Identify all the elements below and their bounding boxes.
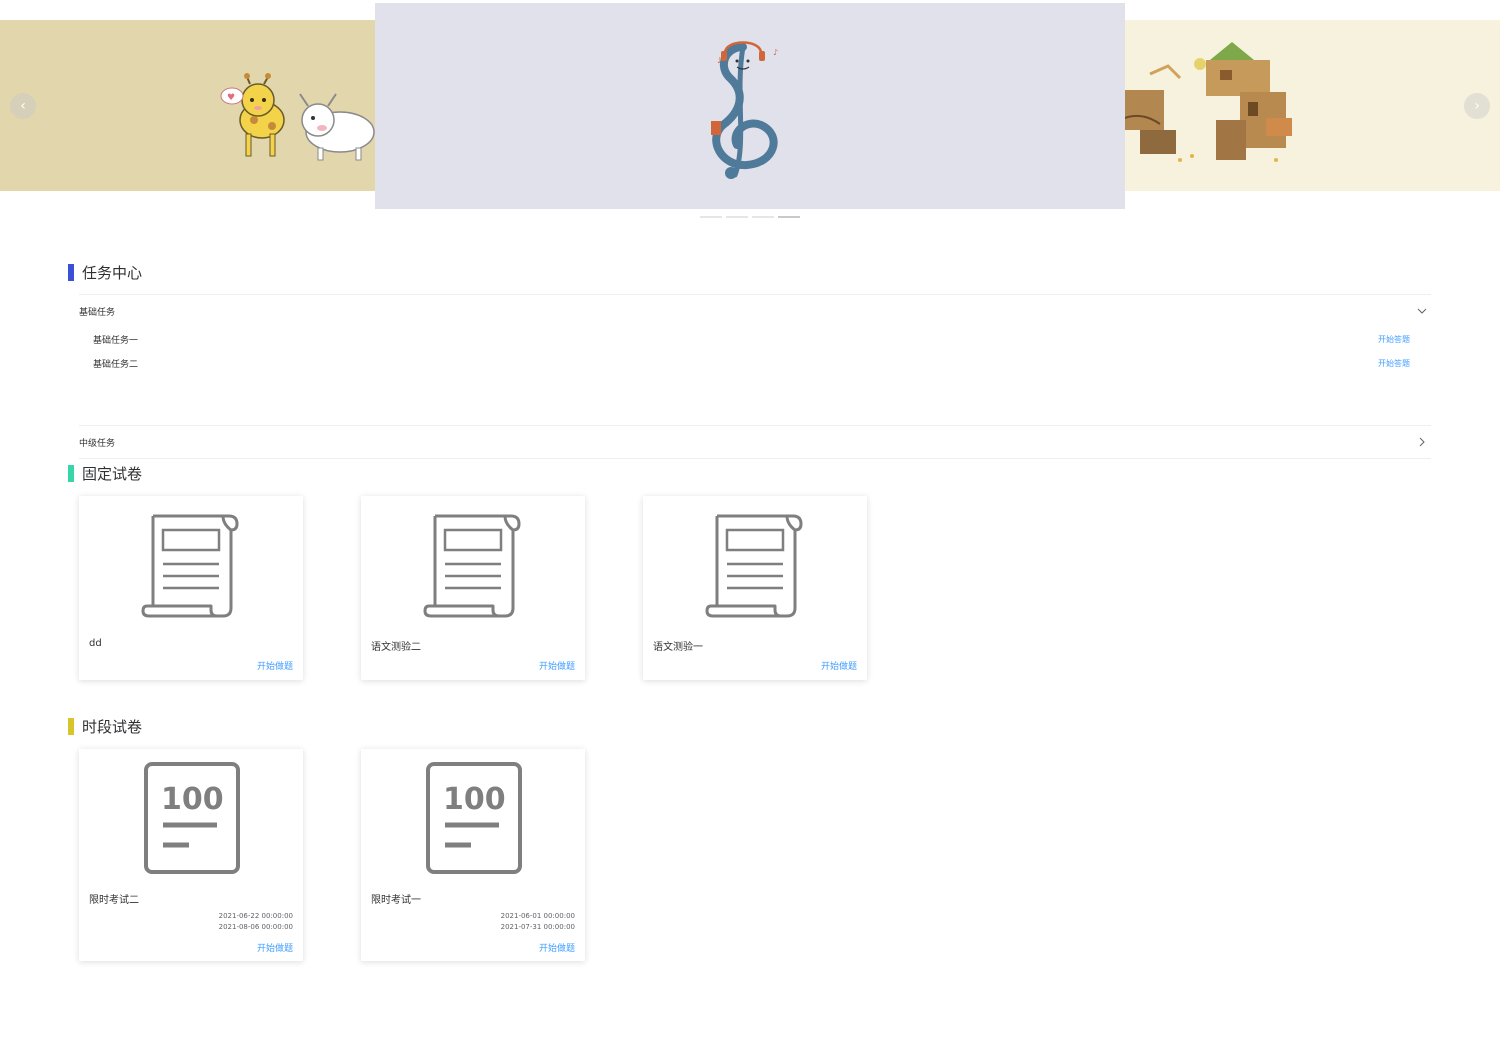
scroll-document-icon bbox=[141, 514, 239, 618]
carousel-indicator-3[interactable] bbox=[752, 216, 774, 218]
timed-paper-card[interactable]: 100 限时考试二 2021-06-22 00:00:00 2021-08-06… bbox=[79, 749, 303, 961]
end-time: 2021-08-06 00:00:00 bbox=[218, 923, 293, 931]
task-row: 基础任务一 开始答题 bbox=[79, 327, 1431, 351]
section-marker bbox=[68, 718, 74, 735]
paper-title: 语文测验二 bbox=[371, 642, 421, 653]
task-group-title: 中级任务 bbox=[79, 438, 116, 449]
carousel-slide-houses[interactable] bbox=[1120, 20, 1500, 191]
start-time: 2021-06-22 00:00:00 bbox=[218, 912, 293, 920]
task-group-header-basic[interactable]: 基础任务 bbox=[79, 295, 1431, 327]
paper-title: dd bbox=[89, 638, 102, 649]
section-title-text: 固定试卷 bbox=[82, 465, 143, 483]
svg-text:100: 100 bbox=[443, 782, 506, 817]
carousel-prev-button[interactable]: ‹ bbox=[10, 93, 36, 119]
start-paper-link[interactable]: 开始做题 bbox=[539, 941, 575, 954]
section-task-center-title: 任务中心 bbox=[68, 262, 142, 283]
section-marker bbox=[68, 264, 74, 281]
carousel-indicators bbox=[700, 216, 800, 218]
paper-title: 限时考试一 bbox=[371, 895, 421, 906]
houses-illustration bbox=[1120, 42, 1292, 162]
treble-clef-illustration: ♪ ♪ bbox=[711, 41, 778, 179]
paper-title: 限时考试二 bbox=[89, 895, 139, 906]
task-collapse: 基础任务 基础任务一 开始答题 基础任务二 开始答题 中级任务 bbox=[79, 294, 1431, 459]
svg-text:♥: ♥ bbox=[227, 93, 235, 103]
task-group-basic: 基础任务 基础任务一 开始答题 基础任务二 开始答题 bbox=[79, 295, 1431, 426]
animals-illustration: ♥ bbox=[220, 73, 375, 161]
paper-title: 语文测验一 bbox=[653, 642, 703, 653]
score-100-icon: 100 bbox=[426, 762, 522, 874]
start-time: 2021-06-01 00:00:00 bbox=[500, 912, 575, 920]
carousel-indicator-2[interactable] bbox=[726, 216, 748, 218]
start-paper-link[interactable]: 开始做题 bbox=[257, 659, 293, 672]
start-paper-link[interactable]: 开始做题 bbox=[257, 941, 293, 954]
section-timed-papers-title: 时段试卷 bbox=[68, 716, 142, 737]
svg-text:♪: ♪ bbox=[773, 48, 778, 57]
carousel-slide-music[interactable]: ♪ ♪ bbox=[375, 3, 1125, 209]
fixed-paper-card[interactable]: 语文测验一 开始做题 bbox=[643, 496, 867, 680]
fixed-paper-card[interactable]: 语文测验二 开始做题 bbox=[361, 496, 585, 680]
section-title-text: 任务中心 bbox=[82, 264, 143, 282]
carousel-indicator-4[interactable] bbox=[778, 216, 800, 218]
chevron-right-icon bbox=[1417, 437, 1427, 447]
chevron-down-icon bbox=[1417, 306, 1427, 316]
task-name: 基础任务二 bbox=[93, 359, 139, 370]
task-group-title: 基础任务 bbox=[79, 307, 116, 318]
task-row: 基础任务二 开始答题 bbox=[79, 351, 1431, 375]
task-group-header-intermediate[interactable]: 中级任务 bbox=[79, 426, 1431, 458]
carousel-slide-animals[interactable]: ♥ bbox=[0, 20, 380, 191]
scroll-document-icon bbox=[423, 514, 521, 618]
task-group-intermediate: 中级任务 bbox=[79, 426, 1431, 459]
svg-text:100: 100 bbox=[161, 782, 224, 817]
fixed-paper-card[interactable]: dd 开始做题 bbox=[79, 496, 303, 680]
section-title-text: 时段试卷 bbox=[82, 718, 143, 736]
task-name: 基础任务一 bbox=[93, 335, 139, 346]
start-paper-link[interactable]: 开始做题 bbox=[539, 659, 575, 672]
start-answer-link[interactable]: 开始答题 bbox=[1378, 358, 1410, 369]
banner-carousel[interactable]: ♥ ♪ ♪ ‹ › bbox=[0, 0, 1500, 225]
scroll-document-icon bbox=[705, 514, 803, 618]
chevron-left-icon: ‹ bbox=[20, 98, 26, 114]
carousel-indicator-1[interactable] bbox=[700, 216, 722, 218]
section-fixed-papers-title: 固定试卷 bbox=[68, 463, 142, 484]
score-100-icon: 100 bbox=[144, 762, 240, 874]
timed-paper-card[interactable]: 100 限时考试一 2021-06-01 00:00:00 2021-07-31… bbox=[361, 749, 585, 961]
carousel-next-button[interactable]: › bbox=[1464, 93, 1490, 119]
section-marker bbox=[68, 465, 74, 482]
start-answer-link[interactable]: 开始答题 bbox=[1378, 334, 1410, 345]
chevron-right-icon: › bbox=[1474, 98, 1480, 114]
end-time: 2021-07-31 00:00:00 bbox=[500, 923, 575, 931]
start-paper-link[interactable]: 开始做题 bbox=[821, 659, 857, 672]
svg-text:♪: ♪ bbox=[717, 56, 722, 65]
